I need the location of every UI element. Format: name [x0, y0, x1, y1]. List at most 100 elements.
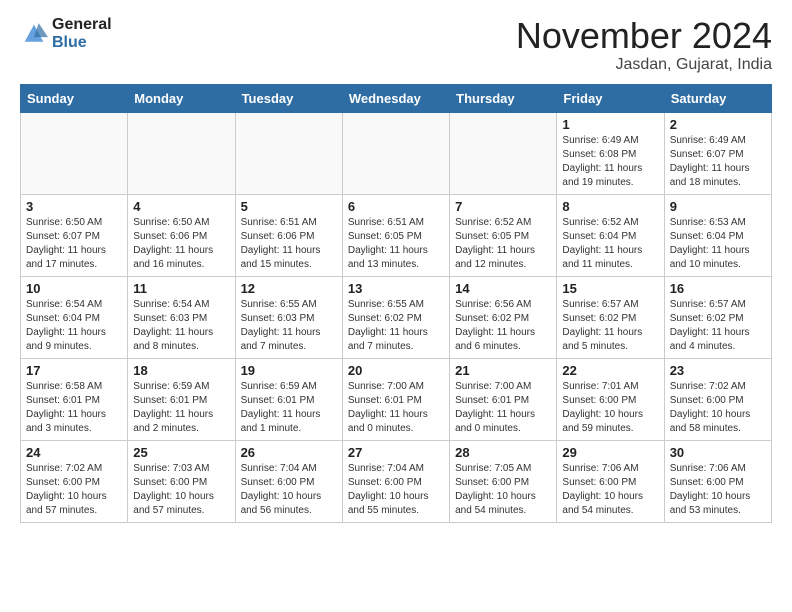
calendar-cell	[342, 112, 449, 194]
day-info: Sunrise: 6:57 AM Sunset: 6:02 PM Dayligh…	[670, 298, 766, 354]
day-info: Sunrise: 7:06 AM Sunset: 6:00 PM Dayligh…	[670, 462, 766, 518]
calendar-cell: 10 Sunrise: 6:54 AM Sunset: 6:04 PM Dayli…	[21, 276, 128, 358]
column-header-thursday: Thursday	[450, 84, 557, 112]
calendar-week-1: 1 Sunrise: 6:49 AM Sunset: 6:08 PM Daylig…	[21, 112, 772, 194]
calendar-cell: 3Sunrise: 6:50 AM Sunset: 6:07 PM Daylig…	[21, 194, 128, 276]
column-header-wednesday: Wednesday	[342, 84, 449, 112]
calendar-cell: 12 Sunrise: 6:55 AM Sunset: 6:03 PM Dayli…	[235, 276, 342, 358]
day-info: Sunrise: 6:52 AM Sunset: 6:05 PM Dayligh…	[455, 216, 551, 272]
calendar-cell: 25Sunrise: 7:03 AM Sunset: 6:00 PM Dayli…	[128, 440, 235, 522]
column-header-friday: Friday	[557, 84, 664, 112]
day-number: 20	[348, 363, 444, 378]
day-number: 16	[670, 281, 766, 296]
day-number: 9	[670, 199, 766, 214]
calendar-cell: 1 Sunrise: 6:49 AM Sunset: 6:08 PM Daylig…	[557, 112, 664, 194]
day-info: Sunrise: 6:54 AM Sunset: 6:03 PM Dayligh…	[133, 298, 229, 354]
day-number: 1	[562, 117, 658, 132]
calendar-week-5: 24 Sunrise: 7:02 AM Sunset: 6:00 PM Dayli…	[21, 440, 772, 522]
day-number: 7	[455, 199, 551, 214]
calendar-cell: 21Sunrise: 7:00 AM Sunset: 6:01 PM Dayli…	[450, 358, 557, 440]
calendar-cell: 13 Sunrise: 6:55 AM Sunset: 6:02 PM Dayli…	[342, 276, 449, 358]
calendar-week-3: 10 Sunrise: 6:54 AM Sunset: 6:04 PM Dayli…	[21, 276, 772, 358]
day-number: 26	[241, 445, 337, 460]
day-number: 30	[670, 445, 766, 460]
day-number: 18	[133, 363, 229, 378]
day-number: 13	[348, 281, 444, 296]
day-number: 21	[455, 363, 551, 378]
calendar-cell: 2 Sunrise: 6:49 AM Sunset: 6:07 PM Daylig…	[664, 112, 771, 194]
logo: General Blue	[20, 16, 112, 51]
calendar-cell	[450, 112, 557, 194]
calendar-cell: 20 Sunrise: 7:00 AM Sunset: 6:01 PM Dayli…	[342, 358, 449, 440]
calendar-cell: 6 Sunrise: 6:51 AM Sunset: 6:05 PM Daylig…	[342, 194, 449, 276]
day-info: Sunrise: 6:53 AM Sunset: 6:04 PM Dayligh…	[670, 216, 766, 272]
day-info: Sunrise: 6:52 AM Sunset: 6:04 PM Dayligh…	[562, 216, 658, 272]
calendar-cell: 30 Sunrise: 7:06 AM Sunset: 6:00 PM Dayli…	[664, 440, 771, 522]
day-info: Sunrise: 6:51 AM Sunset: 6:06 PM Dayligh…	[241, 216, 337, 272]
day-number: 8	[562, 199, 658, 214]
calendar-cell: 27 Sunrise: 7:04 AM Sunset: 6:00 PM Dayli…	[342, 440, 449, 522]
day-info: Sunrise: 6:54 AM Sunset: 6:04 PM Dayligh…	[26, 298, 122, 354]
day-number: 24	[26, 445, 122, 460]
day-info: Sunrise: 6:51 AM Sunset: 6:05 PM Dayligh…	[348, 216, 444, 272]
day-info: Sunrise: 7:04 AM Sunset: 6:00 PM Dayligh…	[348, 462, 444, 518]
day-number: 15	[562, 281, 658, 296]
day-number: 27	[348, 445, 444, 460]
calendar-cell: 26 Sunrise: 7:04 AM Sunset: 6:00 PM Dayli…	[235, 440, 342, 522]
month-title: November 2024	[516, 16, 772, 56]
calendar-week-4: 17 Sunrise: 6:58 AM Sunset: 6:01 PM Dayli…	[21, 358, 772, 440]
location: Jasdan, Gujarat, India	[516, 56, 772, 74]
day-number: 12	[241, 281, 337, 296]
day-number: 19	[241, 363, 337, 378]
calendar-cell: 28 Sunrise: 7:05 AM Sunset: 6:00 PM Dayli…	[450, 440, 557, 522]
calendar-cell: 16 Sunrise: 6:57 AM Sunset: 6:02 PM Dayli…	[664, 276, 771, 358]
day-number: 10	[26, 281, 122, 296]
day-info: Sunrise: 7:05 AM Sunset: 6:00 PM Dayligh…	[455, 462, 551, 518]
day-info: Sunrise: 6:56 AM Sunset: 6:02 PM Dayligh…	[455, 298, 551, 354]
logo-text: General Blue	[52, 16, 112, 51]
calendar-cell	[128, 112, 235, 194]
day-number: 3	[26, 199, 122, 214]
calendar-header: SundayMondayTuesdayWednesdayThursdayFrid…	[21, 84, 772, 112]
day-info: Sunrise: 6:55 AM Sunset: 6:03 PM Dayligh…	[241, 298, 337, 354]
day-number: 4	[133, 199, 229, 214]
day-number: 25	[133, 445, 229, 460]
page: General Blue November 2024 Jasdan, Gujar…	[0, 0, 792, 539]
calendar-cell	[21, 112, 128, 194]
calendar-cell	[235, 112, 342, 194]
calendar-cell: 18Sunrise: 6:59 AM Sunset: 6:01 PM Dayli…	[128, 358, 235, 440]
day-info: Sunrise: 7:02 AM Sunset: 6:00 PM Dayligh…	[26, 462, 122, 518]
day-number: 28	[455, 445, 551, 460]
calendar-cell: 5 Sunrise: 6:51 AM Sunset: 6:06 PM Daylig…	[235, 194, 342, 276]
day-info: Sunrise: 6:57 AM Sunset: 6:02 PM Dayligh…	[562, 298, 658, 354]
calendar-cell: 24 Sunrise: 7:02 AM Sunset: 6:00 PM Dayli…	[21, 440, 128, 522]
day-number: 2	[670, 117, 766, 132]
calendar-table: SundayMondayTuesdayWednesdayThursdayFrid…	[20, 84, 772, 523]
day-number: 23	[670, 363, 766, 378]
day-number: 29	[562, 445, 658, 460]
day-number: 22	[562, 363, 658, 378]
calendar-cell: 23 Sunrise: 7:02 AM Sunset: 6:00 PM Dayli…	[664, 358, 771, 440]
calendar-cell: 19 Sunrise: 6:59 AM Sunset: 6:01 PM Dayli…	[235, 358, 342, 440]
column-header-tuesday: Tuesday	[235, 84, 342, 112]
day-info: Sunrise: 6:55 AM Sunset: 6:02 PM Dayligh…	[348, 298, 444, 354]
calendar-cell: 22Sunrise: 7:01 AM Sunset: 6:00 PM Dayli…	[557, 358, 664, 440]
day-number: 17	[26, 363, 122, 378]
day-info: Sunrise: 6:59 AM Sunset: 6:01 PM Dayligh…	[241, 380, 337, 436]
day-number: 6	[348, 199, 444, 214]
column-header-saturday: Saturday	[664, 84, 771, 112]
day-number: 5	[241, 199, 337, 214]
header-row: SundayMondayTuesdayWednesdayThursdayFrid…	[21, 84, 772, 112]
day-info: Sunrise: 6:49 AM Sunset: 6:08 PM Dayligh…	[562, 134, 658, 190]
calendar-week-2: 3Sunrise: 6:50 AM Sunset: 6:07 PM Daylig…	[21, 194, 772, 276]
day-info: Sunrise: 7:04 AM Sunset: 6:00 PM Dayligh…	[241, 462, 337, 518]
day-info: Sunrise: 6:50 AM Sunset: 6:06 PM Dayligh…	[133, 216, 229, 272]
day-info: Sunrise: 7:06 AM Sunset: 6:00 PM Dayligh…	[562, 462, 658, 518]
day-info: Sunrise: 6:49 AM Sunset: 6:07 PM Dayligh…	[670, 134, 766, 190]
column-header-monday: Monday	[128, 84, 235, 112]
day-number: 14	[455, 281, 551, 296]
title-section: November 2024 Jasdan, Gujarat, India	[516, 16, 772, 74]
day-info: Sunrise: 6:58 AM Sunset: 6:01 PM Dayligh…	[26, 380, 122, 436]
day-info: Sunrise: 7:00 AM Sunset: 6:01 PM Dayligh…	[348, 380, 444, 436]
day-info: Sunrise: 7:02 AM Sunset: 6:00 PM Dayligh…	[670, 380, 766, 436]
